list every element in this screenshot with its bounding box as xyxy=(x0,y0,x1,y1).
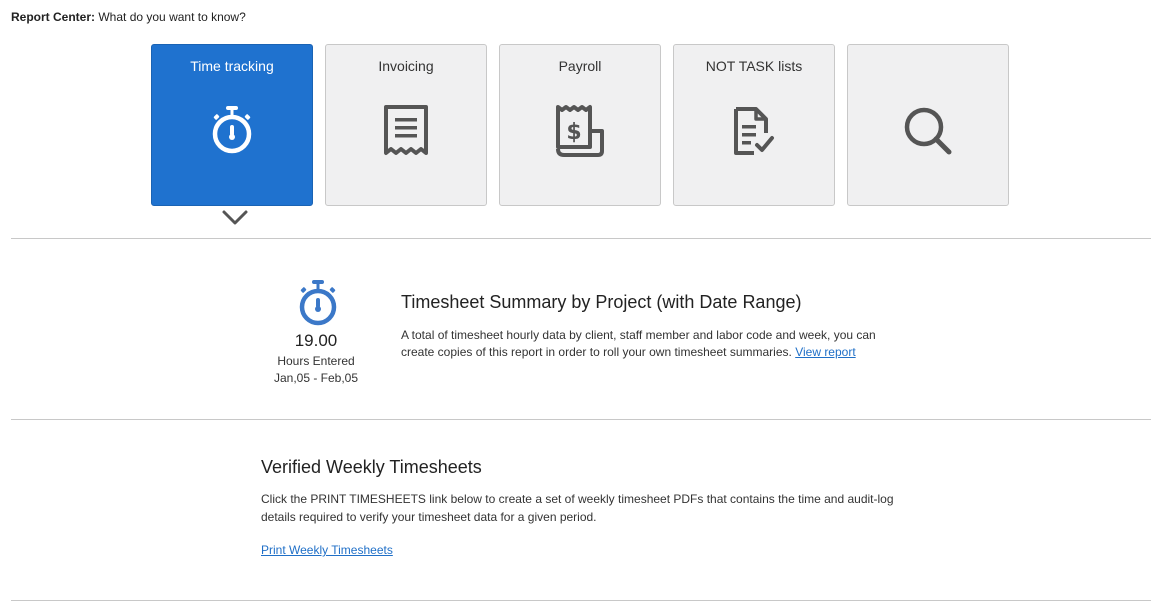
search-icon xyxy=(900,103,956,159)
tile-invoicing-label: Invoicing xyxy=(378,58,434,74)
divider xyxy=(11,419,1151,420)
report-center-header: Report Center: What do you want to know? xyxy=(11,10,246,24)
divider xyxy=(11,600,1151,601)
report-description: A total of timesheet hourly data by clie… xyxy=(401,327,891,361)
divider xyxy=(11,238,1151,239)
stopwatch-icon xyxy=(296,279,340,327)
tile-payroll-label: Payroll xyxy=(558,58,602,74)
svg-text:$: $ xyxy=(566,120,581,145)
tile-not-task-lists-label: NOT TASK lists xyxy=(705,58,803,74)
tile-time-tracking-label: Time tracking xyxy=(190,58,274,74)
tile-time-tracking[interactable]: Time tracking xyxy=(151,44,313,206)
tile-search[interactable] xyxy=(847,44,1009,206)
tile-invoicing[interactable]: Invoicing xyxy=(325,44,487,206)
date-range: Jan,05 - Feb,05 xyxy=(273,371,359,385)
tile-payroll[interactable]: Payroll $ xyxy=(499,44,661,206)
verified-timesheets-description: Click the PRINT TIMESHEETS link below to… xyxy=(261,492,894,524)
verified-timesheets-title: Verified Weekly Timesheets xyxy=(261,457,482,477)
tile-not-task-lists[interactable]: NOT TASK lists xyxy=(673,44,835,206)
document-check-icon xyxy=(726,103,782,159)
report-title: Timesheet Summary by Project (with Date … xyxy=(401,292,802,312)
hours-value: 19.00 xyxy=(294,331,338,350)
report-center-label: Report Center: xyxy=(11,10,96,24)
chevron-down-icon xyxy=(221,208,249,228)
payroll-receipt-icon: $ xyxy=(552,103,608,159)
report-center-prompt: What do you want to know? xyxy=(98,10,246,24)
stopwatch-icon xyxy=(204,103,260,159)
hours-label: Hours Entered xyxy=(277,354,355,368)
receipt-icon xyxy=(378,103,434,159)
view-report-link[interactable]: View report xyxy=(795,345,855,359)
print-weekly-timesheets-link[interactable]: Print Weekly Timesheets xyxy=(261,543,393,557)
